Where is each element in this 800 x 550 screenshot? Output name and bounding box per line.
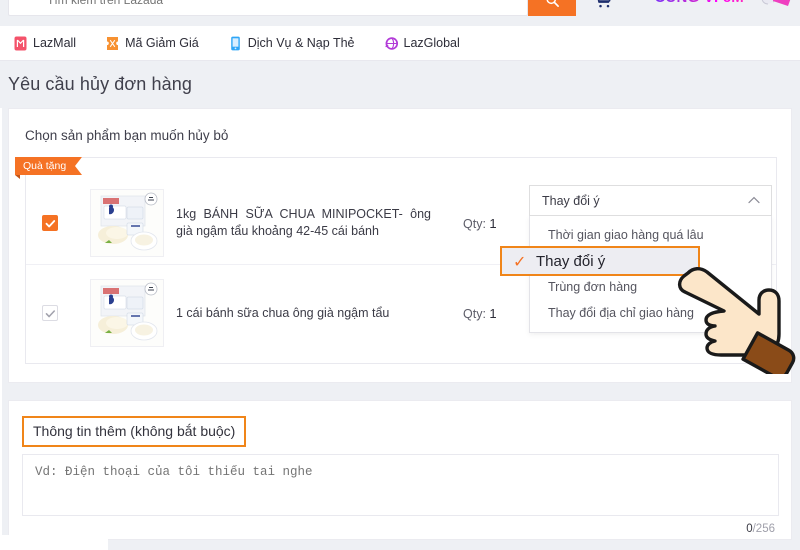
search-icon [546, 0, 559, 7]
additional-info-label: Thông tin thêm (không bắt buộc) [22, 416, 247, 447]
product-photo [91, 190, 163, 256]
nav-item-dich-vu-nap-the[interactable]: Dịch Vụ & Nạp Thẻ [229, 36, 355, 51]
dropdown-option-selected[interactable]: ✓ Thay đổi ý [500, 246, 700, 276]
product-thumbnail-1[interactable] [90, 189, 164, 257]
nav-label: Mã Giảm Giá [125, 36, 199, 50]
globe-icon [384, 36, 398, 50]
promo-text: CÙNG VI êM [654, 0, 744, 6]
promo-banner[interactable]: CÙNG VI êM [654, 0, 792, 10]
chevron-up-icon [748, 196, 760, 204]
left-page-edge [0, 108, 2, 535]
product-qty-1: Qty: 1 [463, 216, 497, 231]
lazmall-icon [14, 36, 27, 50]
cancel-reason-value: Thay đổi ý [542, 193, 600, 208]
product-name-1: 1kg BÁNH SỮA CHUA MINIPOCKET- ông già ng… [176, 207, 431, 238]
cancel-reason-select[interactable]: Thay đổi ý [529, 185, 772, 216]
page-title: Yêu cầu hủy đơn hàng [8, 74, 192, 94]
qty-label: Qty: [463, 306, 486, 321]
dropdown-option-0[interactable]: Thời gian giao hàng quá lâu [530, 222, 771, 248]
nav-item-ma-giam-gia[interactable]: Mã Giảm Giá [106, 36, 199, 51]
nav-label: LazGlobal [403, 36, 460, 50]
additional-info-card: Thông tin thêm (không bắt buộc) 0/256 [8, 400, 792, 540]
category-nav: LazMall Mã Giảm Giá Dịch Vụ & Nạp Thẻ La… [0, 26, 800, 61]
nav-item-lazglobal[interactable]: LazGlobal [384, 36, 460, 51]
bottom-left-panel-edge [0, 535, 108, 550]
top-search-bar: CÙNG VI êM [0, 0, 800, 26]
nav-label: Dịch Vụ & Nạp Thẻ [247, 36, 355, 50]
dropdown-option-selected-label: Thay đổi ý [536, 252, 606, 270]
search-button[interactable] [528, 0, 576, 16]
cart-icon [597, 0, 611, 8]
phone-topup-icon [230, 36, 240, 50]
check-icon [45, 219, 55, 227]
search-field-wrapper[interactable] [8, 0, 528, 16]
cart-button[interactable] [588, 0, 618, 14]
product-photo [91, 280, 163, 346]
character-counter-max: /256 [752, 523, 775, 535]
mouse-mascot-icon [761, 0, 791, 6]
lazada-cancel-order-page: CÙNG VI êM LazMall Mã Giảm [0, 0, 800, 550]
qty-value: 1 [489, 215, 497, 231]
product-checkbox-1[interactable] [42, 215, 58, 231]
additional-info-textarea[interactable] [22, 454, 779, 516]
gift-ribbon: Quà tặng [15, 157, 83, 179]
nav-item-lazmall[interactable]: LazMall [14, 36, 76, 51]
qty-label: Qty: [463, 216, 486, 231]
gift-ribbon-label: Quà tặng [23, 160, 67, 172]
check-icon: ✓ [513, 254, 527, 271]
product-name-2: 1 cái bánh sữa chua ông già ngậm tẩu [176, 305, 390, 320]
coupon-icon [107, 36, 119, 50]
character-counter: 0/256 [746, 523, 775, 535]
nav-label: LazMall [33, 36, 77, 50]
products-card-heading: Chọn sản phẩm bạn muốn hủy bỏ [25, 128, 229, 143]
qty-value: 1 [489, 305, 497, 321]
search-input[interactable] [47, 0, 477, 9]
hand-cursor-icon [672, 248, 796, 380]
product-qty-2: Qty: 1 [463, 306, 497, 321]
product-checkbox-2[interactable] [42, 305, 58, 321]
check-icon [45, 309, 55, 317]
product-thumbnail-2[interactable] [90, 279, 164, 347]
